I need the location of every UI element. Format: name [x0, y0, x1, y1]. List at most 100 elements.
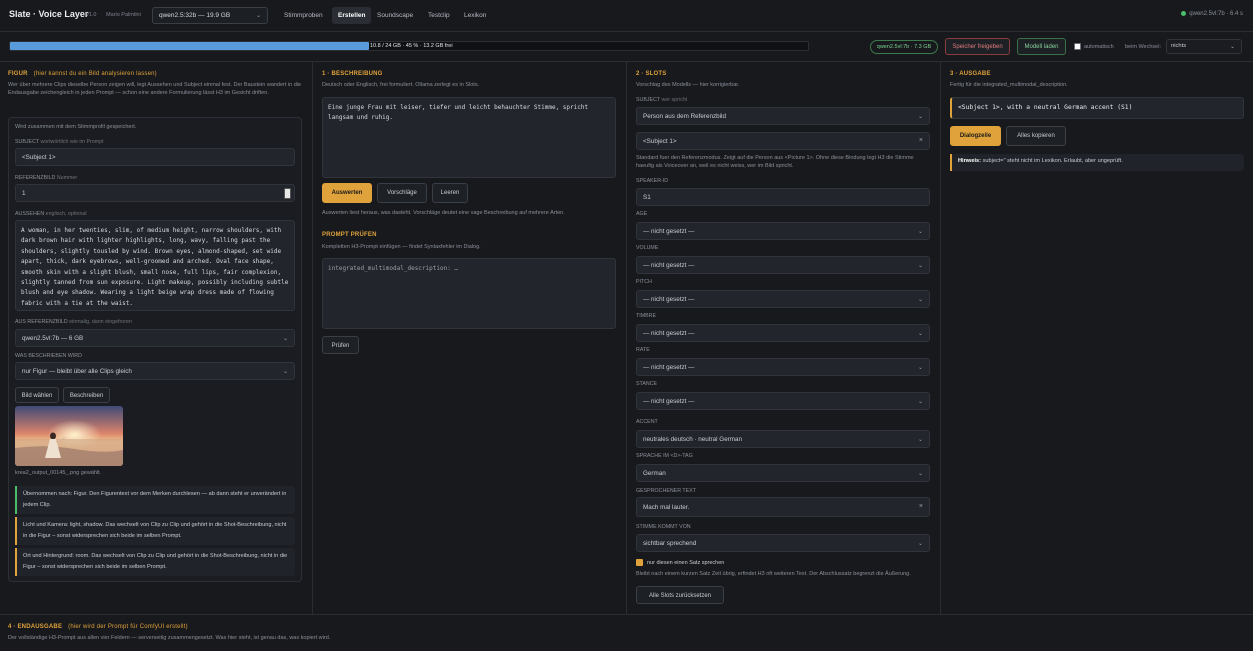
slot-select-5[interactable]: — nicht gesetzt — ⌄: [636, 392, 930, 410]
from-ref-label: AUS REFERENZBILD einmalig, dann eingefro…: [15, 319, 132, 325]
tab-erstellen[interactable]: Erstellen: [332, 7, 372, 24]
pruefen-button[interactable]: Prüfen: [322, 336, 359, 354]
chevron-down-icon: ⌄: [282, 336, 288, 342]
slot-select-value: — nicht gesetzt —: [643, 262, 695, 269]
ref-number-input[interactable]: 1: [15, 184, 295, 202]
model-select-value: qwen2.5:32b — 19.9 GB: [159, 12, 231, 19]
endausgabe-heading: 4 · ENDAUSGABE (hier wird der Prompt für …: [8, 624, 188, 630]
memory-bar: 10.8 / 24 GB · 45 % · 13.2 GB frei: [9, 41, 809, 51]
spoken-text-input[interactable]: Mach mal lauter. ×: [636, 497, 930, 517]
app-title: Slate · Voice Layer: [9, 9, 89, 19]
pruefen-sub: Kompletten H3-Prompt einfügen — findet S…: [322, 244, 481, 250]
choose-image-button[interactable]: Bild wählen: [15, 387, 59, 403]
look-label: AUSSEHEN englisch, optional: [15, 211, 87, 217]
slot-subject-help: Standard fuer den Referenzmodus. Zeigt a…: [636, 155, 914, 169]
on-switch-label: beim Wechsel:: [1125, 44, 1161, 50]
auswerten-button[interactable]: Auswerten: [322, 183, 372, 203]
slot-select-4[interactable]: — nicht gesetzt — ⌄: [636, 358, 930, 376]
divider: [626, 62, 627, 614]
tab-testclip[interactable]: Testclip: [422, 7, 456, 24]
figur-heading: FIGUR (hier kannst du ein Bild analysiere…: [8, 71, 157, 77]
chevron-down-icon: ⌄: [917, 437, 923, 443]
figur-description: Wer über mehrere Clips dieselbe Person z…: [8, 82, 302, 96]
description-textarea[interactable]: Eine junge Frau mit leiser, tiefer und l…: [322, 97, 616, 178]
auto-checkbox[interactable]: [1074, 43, 1081, 50]
speaker-id-input[interactable]: S1: [636, 188, 930, 206]
speaker-label: SPEAKER-ID: [636, 178, 669, 184]
model-status: qwen2.5vl:7b · 6.4 s: [1181, 11, 1243, 17]
endausgabe-heading-text: 4 · ENDAUSGABE: [8, 624, 63, 630]
chevron-down-icon: ⌄: [1229, 44, 1235, 50]
memory-bar-fill: [10, 42, 370, 50]
slot-label-1: VOLUME: [636, 245, 659, 251]
ref-label-hint: Nummer: [56, 175, 78, 181]
saved-note: Wird zusammen mit dem Stimmprofil gespei…: [15, 124, 137, 130]
look-label-hint: englisch, optional: [45, 211, 87, 217]
what-label: WAS BESCHRIEBEN WIRD: [15, 353, 82, 359]
slot-select-6[interactable]: neutrales deutsch · neutral German ⌄: [636, 430, 930, 448]
slot-select-0[interactable]: — nicht gesetzt — ⌄: [636, 222, 930, 240]
chevron-down-icon: ⌄: [255, 13, 261, 19]
copy-all-button[interactable]: Alles kopieren: [1006, 126, 1066, 146]
slot-select-2[interactable]: — nicht gesetzt — ⌄: [636, 290, 930, 308]
reference-image-thumbnail[interactable]: [15, 406, 123, 466]
divider: [0, 614, 1253, 615]
slot-subject-label: SUBJECT wer spricht: [636, 97, 687, 103]
slot-subject-label-hint: wer spricht: [661, 97, 688, 103]
subject-input[interactable]: <Subject 1>: [15, 148, 295, 166]
dialogzeile-button[interactable]: Dialogzeile: [950, 126, 1001, 146]
voice-source-select[interactable]: sichtbar sprechend ⌄: [636, 534, 930, 552]
chevron-down-icon: ⌄: [917, 399, 923, 405]
slot-select-value: neutrales deutsch · neutral German: [643, 436, 743, 443]
app-version: v1.0: [86, 12, 97, 18]
slot-select-3[interactable]: — nicht gesetzt — ⌄: [636, 324, 930, 342]
beschreibung-heading: 1 · BESCHREIBUNG: [322, 71, 383, 77]
on-switch-select[interactable]: nichts ⌄: [1166, 39, 1242, 54]
auto-label: automatisch: [1084, 44, 1114, 50]
app-author: Mario Palmtini: [106, 12, 141, 18]
pruefen-heading: PROMPT PRÜFEN: [322, 232, 377, 238]
endausgabe-heading-hint: (hier wird der Prompt für ComfyUI erstel…: [68, 624, 188, 630]
note-adopted: Übernommen nach: Figur. Den Figurentext …: [15, 486, 295, 514]
slot-subject-select[interactable]: Person aus dem Referenzbild ⌄: [636, 107, 930, 125]
slots-sub: Vorschlag des Modells — hier korrigierba…: [636, 82, 740, 88]
vorschlaege-button[interactable]: Vorschläge: [377, 183, 427, 203]
ref-label: REFERENZBILD Nummer: [15, 175, 77, 181]
vision-model-select[interactable]: qwen2.5vl:7b — 6 GB ⌄: [15, 329, 295, 347]
only-sentence-label: nur diesen einen Satz sprechen: [647, 560, 725, 566]
load-model-button[interactable]: Modell laden: [1017, 38, 1066, 55]
tab-stimmproben[interactable]: Stimmproben: [278, 7, 329, 24]
loaded-model-pill: qwen2.5vl:7b · 7.3 GB: [870, 40, 938, 54]
prompt-check-textarea[interactable]: integrated_multimodal_description: …: [322, 258, 616, 329]
chevron-down-icon: ⌄: [917, 297, 923, 303]
slot-subject-label-text: SUBJECT: [636, 97, 661, 103]
leeren-button[interactable]: Leeren: [432, 183, 468, 203]
only-sentence-help: Bleibt nach einem kurzen Satz Zeit übrig…: [636, 571, 911, 577]
free-memory-button[interactable]: Speicher freigeben: [945, 38, 1010, 55]
chevron-down-icon: ⌄: [917, 331, 923, 337]
ref-label-text: REFERENZBILD: [15, 175, 56, 181]
beschreibung-sub: Deutsch oder Englisch, frei formuliert. …: [322, 82, 480, 88]
slot-select-value: — nicht gesetzt —: [643, 330, 695, 337]
clear-icon[interactable]: ×: [919, 137, 923, 144]
look-textarea[interactable]: A woman, in her twenties, slim, of mediu…: [15, 220, 295, 311]
tab-soundscape[interactable]: Soundscape: [371, 7, 419, 24]
describe-button[interactable]: Beschreiben: [63, 387, 110, 403]
what-select[interactable]: nur Figur — bleibt über alle Clips gleic…: [15, 362, 295, 380]
slot-label-0: AGE: [636, 211, 648, 217]
stepper-icon[interactable]: [284, 188, 291, 199]
slot-subject-input[interactable]: <Subject 1> ×: [636, 132, 930, 150]
slot-select-1[interactable]: — nicht gesetzt — ⌄: [636, 256, 930, 274]
slot-select-value: — nicht gesetzt —: [643, 228, 695, 235]
slot-label-2: PITCH: [636, 279, 652, 285]
model-select[interactable]: qwen2.5:32b — 19.9 GB ⌄: [152, 7, 268, 24]
slot-select-value: — nicht gesetzt —: [643, 364, 695, 371]
tab-lexikon[interactable]: Lexikon: [458, 7, 492, 24]
vision-model-value: qwen2.5vl:7b — 6 GB: [22, 335, 84, 342]
slot-select-7[interactable]: German ⌄: [636, 464, 930, 482]
only-sentence-checkbox[interactable]: [636, 559, 643, 566]
look-label-text: AUSSEHEN: [15, 211, 45, 217]
clear-icon[interactable]: ×: [919, 503, 923, 510]
slot-subject-select-value: Person aus dem Referenzbild: [643, 113, 726, 120]
reset-slots-button[interactable]: Alle Slots zurücksetzen: [636, 586, 724, 604]
